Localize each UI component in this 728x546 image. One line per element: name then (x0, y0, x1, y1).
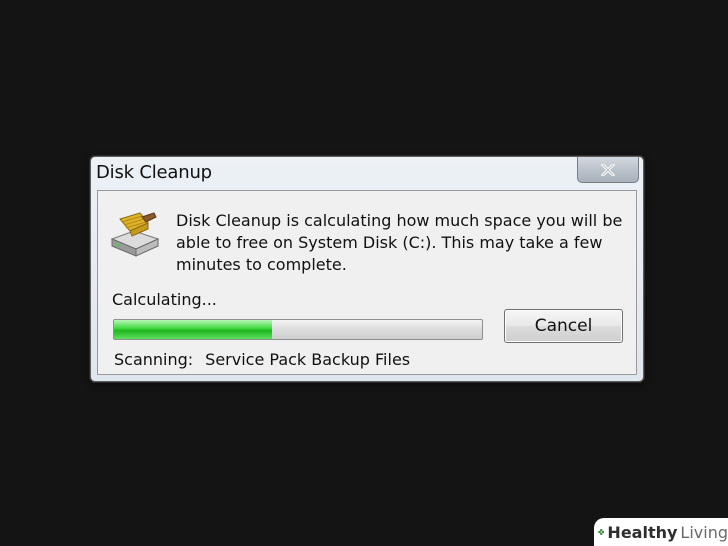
close-button[interactable] (577, 157, 639, 183)
watermark-brand-b: Living (680, 522, 728, 542)
disk-cleanup-dialog: Disk Cleanup Disk Cleanup is calculating… (90, 156, 644, 382)
close-icon (601, 163, 615, 176)
plus-logo-icon (598, 529, 605, 535)
scanning-item: Service Pack Backup Files (205, 350, 411, 369)
progress-bar (113, 319, 483, 340)
watermark-brand-a: Healthy (607, 522, 678, 542)
dialog-title: Disk Cleanup (96, 162, 212, 183)
status-text: Calculating... (112, 290, 217, 309)
progress-fill (114, 320, 273, 339)
watermark-logo: Healthy Living (594, 518, 728, 546)
dialog-message: Disk Cleanup is calculating how much spa… (176, 211, 623, 274)
scanning-label: Scanning: (114, 350, 194, 369)
title-bar[interactable]: Disk Cleanup (91, 157, 643, 187)
disk-cleanup-icon (108, 209, 162, 259)
dialog-content: Disk Cleanup is calculating how much spa… (97, 190, 637, 375)
cancel-button[interactable]: Cancel (504, 309, 623, 343)
scanning-line: Scanning: Service Pack Backup Files (114, 350, 410, 369)
